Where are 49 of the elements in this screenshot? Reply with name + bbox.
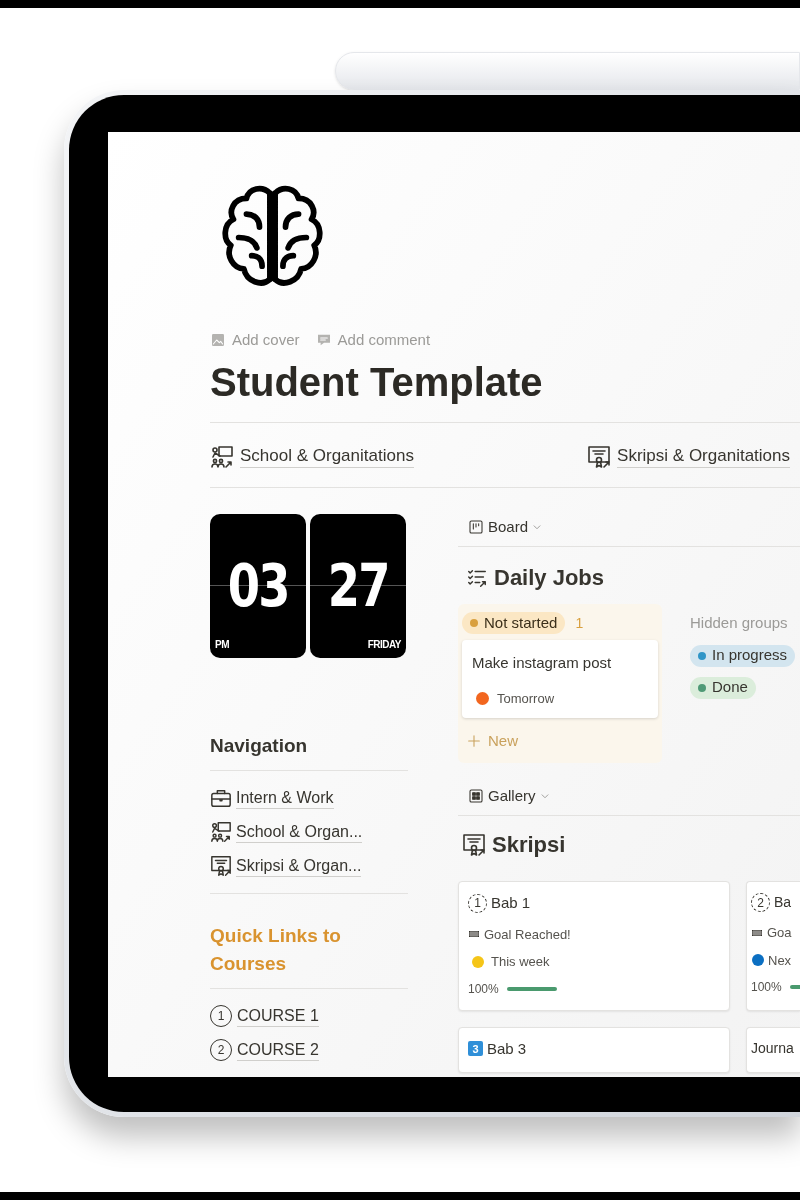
clock-label: FRIDAY — [367, 637, 401, 652]
card-status: Goa — [767, 924, 792, 942]
numbered-square-icon: 3 — [468, 1041, 483, 1057]
page-title: Student Template — [210, 358, 544, 406]
course-link[interactable]: COURSE 1 — [237, 1005, 319, 1027]
progress-percent: 100% — [751, 979, 782, 996]
page-link[interactable]: School & Organitations — [240, 445, 414, 468]
group-count: 1 — [575, 613, 584, 633]
progress-percent: 100% — [468, 980, 499, 998]
page-link[interactable]: Skripsi & Organitations — [617, 445, 790, 468]
plus-icon — [466, 733, 482, 750]
card-status: Goal Reached! — [484, 925, 571, 944]
date-label: Tomorrow — [497, 689, 555, 708]
card-title: Bab 1 — [491, 893, 531, 913]
section-heading: Navigation — [210, 733, 309, 758]
nav-link[interactable]: Intern & Work — [236, 787, 334, 809]
clock-digits: 03 — [227, 551, 289, 620]
nav-link[interactable]: School & Organ... — [236, 821, 363, 843]
nav-link[interactable]: Skripsi & Organ... — [236, 855, 362, 877]
card-date: This week — [491, 953, 550, 971]
status-tag: Not started — [462, 612, 566, 634]
hidden-groups-label: Hidden groups — [690, 613, 788, 633]
gallery-card[interactable]: 3 Bab 3 — [458, 1026, 730, 1073]
classroom-icon — [210, 444, 234, 469]
card-date: Nex — [768, 951, 792, 970]
status-tag[interactable]: Done — [690, 676, 756, 699]
gallery-card[interactable]: Journa — [746, 1026, 800, 1073]
image-icon — [210, 332, 226, 349]
certificate-icon — [210, 855, 232, 877]
task-title: Make instagram post — [472, 653, 613, 673]
gallery-view-icon — [468, 787, 484, 804]
certificate-icon — [462, 832, 486, 857]
gallery-title: Skripsi — [492, 831, 566, 859]
board-title: Daily Jobs — [494, 564, 605, 592]
board-view-icon — [468, 518, 484, 535]
card-title: Journa — [751, 1038, 794, 1058]
section-heading: Quick Links to Courses — [210, 924, 342, 976]
clock-label: PM — [215, 637, 229, 652]
briefcase-icon — [210, 787, 232, 809]
status-tag[interactable]: In progress — [690, 644, 796, 667]
view-switcher[interactable]: Gallery — [488, 784, 552, 807]
task-card[interactable]: Make instagram post Tomorrow — [462, 640, 658, 718]
view-switcher[interactable]: Board — [488, 515, 545, 538]
clock-digits: 27 — [327, 551, 389, 620]
course-link[interactable]: COURSE 2 — [237, 1039, 319, 1061]
classroom-icon — [210, 821, 232, 843]
certificate-icon — [587, 444, 612, 469]
card-title: Bab 3 — [487, 1038, 527, 1059]
card-title: Ba — [774, 893, 792, 912]
